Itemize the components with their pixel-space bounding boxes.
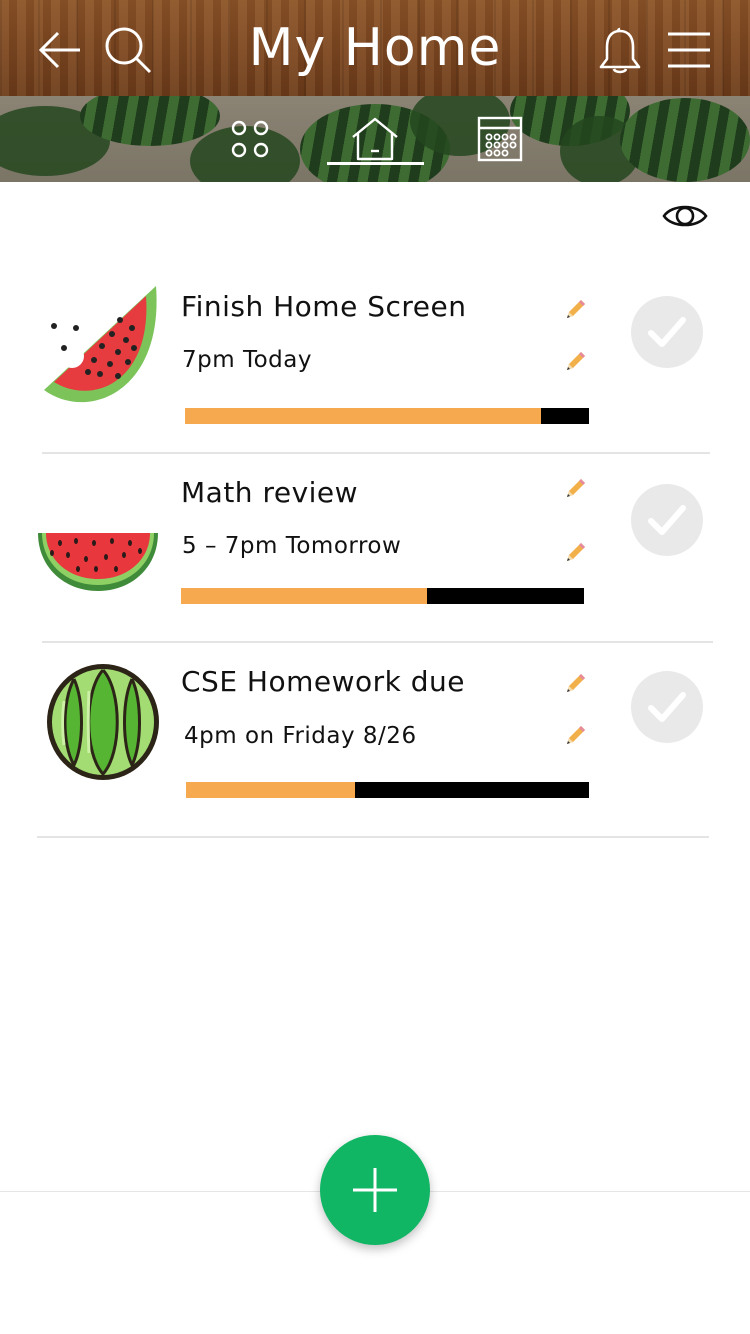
checkmark-icon (648, 692, 686, 722)
divider (42, 452, 710, 454)
tab-calendar[interactable] (470, 96, 530, 182)
edit-time-pencil-icon[interactable] (562, 540, 588, 566)
task-progress-fill (186, 782, 356, 798)
checkmark-icon (648, 317, 686, 347)
task-item[interactable]: Math review 5 – 7pm Tomorrow (0, 455, 750, 645)
top-bar: My Home (0, 0, 750, 96)
eye-icon (662, 205, 708, 227)
task-progress-fill (181, 588, 427, 604)
plus-icon (353, 1168, 397, 1212)
watermelon-half-icon (38, 533, 158, 591)
checkmark-icon (648, 505, 686, 535)
visibility-toggle[interactable] (660, 196, 710, 236)
complete-task-button[interactable] (631, 484, 703, 556)
active-tab-indicator (327, 162, 424, 165)
complete-task-button[interactable] (631, 296, 703, 368)
watermelon-slice-icon (44, 286, 157, 403)
calendar-icon (477, 116, 523, 162)
grid-dots-icon (231, 120, 269, 158)
add-task-button[interactable] (320, 1135, 430, 1245)
task-time: 4pm on Friday 8/26 (184, 723, 417, 749)
edit-title-pencil-icon[interactable] (562, 476, 588, 502)
menu-button[interactable] (662, 24, 714, 76)
edit-time-pencil-icon[interactable] (562, 723, 588, 749)
whole-watermelon-icon (47, 664, 159, 780)
hamburger-menu-icon (668, 32, 710, 68)
task-title: Math review (181, 476, 359, 509)
task-title: CSE Homework due (181, 665, 466, 698)
tab-home[interactable] (340, 96, 410, 182)
divider (37, 836, 709, 838)
complete-task-button[interactable] (631, 671, 703, 743)
edit-time-pencil-icon[interactable] (562, 349, 588, 375)
task-time: 5 – 7pm Tomorrow (182, 533, 402, 559)
task-progress-bar (181, 588, 584, 604)
notifications-button[interactable] (594, 24, 646, 76)
tab-grid[interactable] (218, 96, 282, 182)
divider (42, 641, 713, 643)
edit-title-pencil-icon[interactable] (562, 297, 588, 323)
task-time: 7pm Today (182, 347, 312, 373)
task-progress-bar (185, 408, 589, 424)
nav-banner (0, 96, 750, 182)
task-title: Finish Home Screen (181, 290, 467, 323)
task-item[interactable]: CSE Homework due 4pm on Friday 8/26 (0, 645, 750, 840)
bell-icon (599, 27, 641, 74)
task-progress-bar (186, 782, 589, 798)
home-icon (352, 117, 398, 161)
task-progress-fill (185, 408, 541, 424)
edit-title-pencil-icon[interactable] (562, 671, 588, 697)
task-item[interactable]: Finish Home Screen 7pm Today (0, 280, 750, 455)
